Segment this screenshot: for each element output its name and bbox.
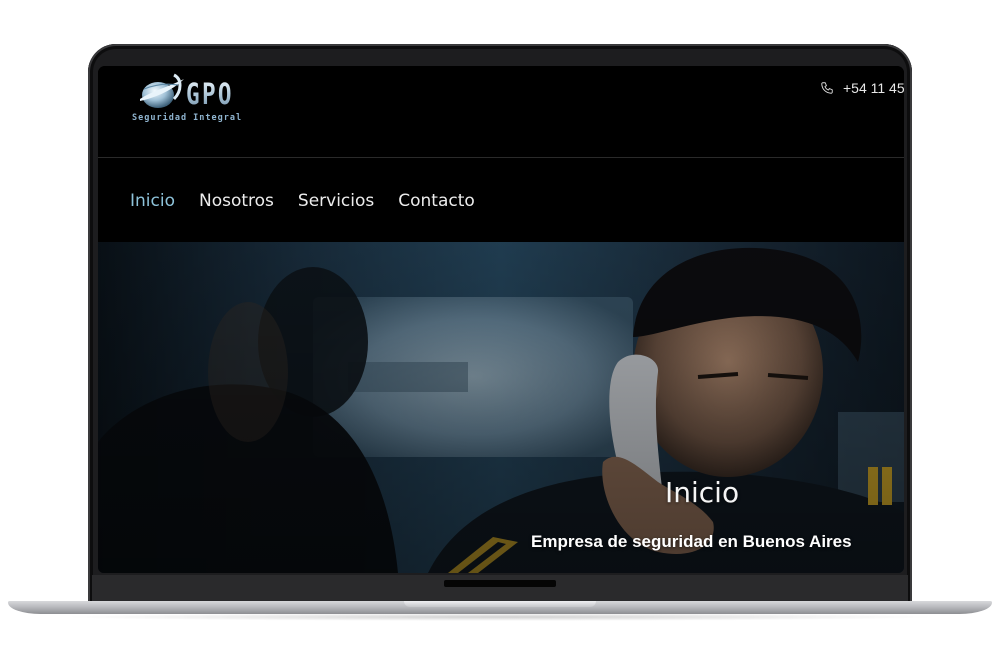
- hero-title: Inicio: [665, 476, 740, 509]
- nav-item-servicios[interactable]: Servicios: [298, 191, 374, 211]
- laptop-shadow: [60, 613, 940, 621]
- hero-banner: Inicio Empresa de seguridad en Buenos Ai…: [98, 242, 904, 573]
- site-logo[interactable]: GPO Seguridad Integral: [130, 70, 260, 126]
- header-phone-number: +54 11 45: [843, 80, 904, 96]
- main-nav: Inicio Nosotros Servicios Contacto: [98, 158, 904, 242]
- hero-subtitle: Empresa de seguridad en Buenos Aires: [531, 532, 852, 551]
- nav-item-nosotros[interactable]: Nosotros: [199, 191, 274, 211]
- nav-list: Inicio Nosotros Servicios Contacto: [130, 191, 475, 211]
- laptop-hinge: [444, 580, 556, 587]
- laptop-base-notch: [404, 601, 596, 607]
- nav-item-inicio[interactable]: Inicio: [130, 191, 175, 211]
- laptop-bezel-bottom: [92, 575, 908, 601]
- phone-icon: [821, 82, 833, 94]
- hero-photo-security-operator: [98, 242, 904, 573]
- header-phone[interactable]: +54 11 45: [820, 80, 904, 96]
- logo-tagline: Seguridad Integral: [132, 113, 243, 123]
- laptop-screen: GPO Seguridad Integral +54 11 45 Inicio …: [98, 66, 904, 573]
- globe-swoosh-icon: [140, 73, 184, 108]
- laptop-mockup: GPO Seguridad Integral +54 11 45 Inicio …: [0, 0, 1000, 667]
- nav-item-contacto[interactable]: Contacto: [398, 191, 475, 211]
- logo-wordmark: GPO: [186, 77, 234, 111]
- site-topbar: GPO Seguridad Integral +54 11 45: [98, 66, 904, 158]
